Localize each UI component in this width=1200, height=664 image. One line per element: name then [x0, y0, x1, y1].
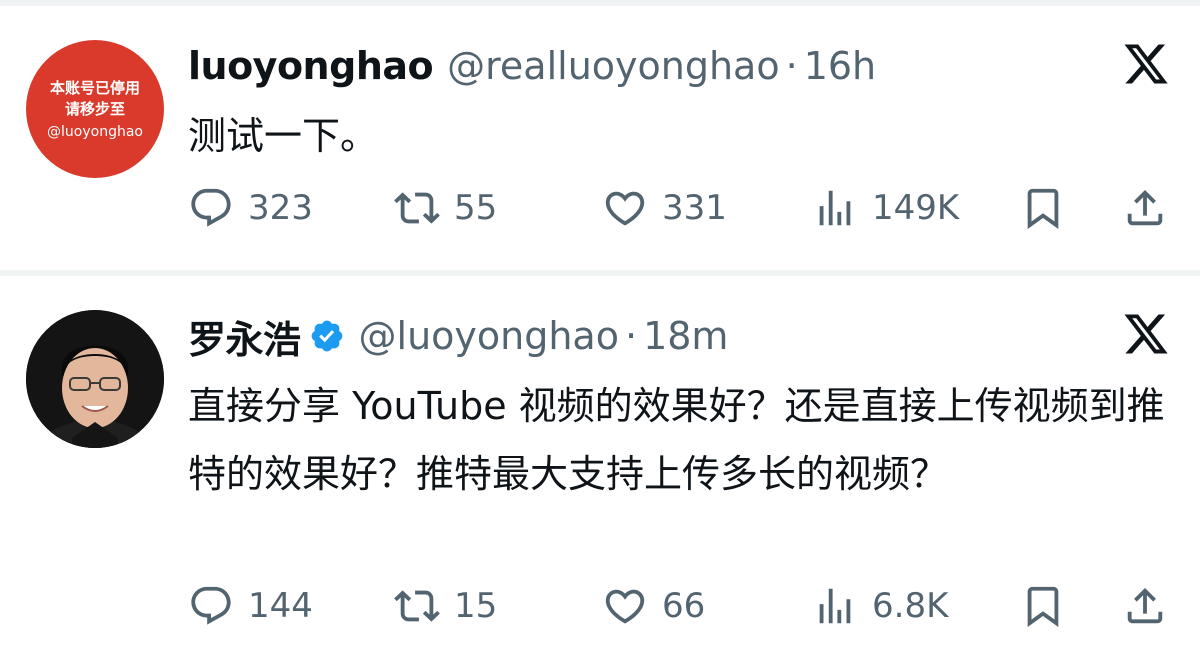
repost-button[interactable]: 15 [394, 576, 497, 636]
bookmark-button[interactable] [1020, 178, 1066, 238]
views-icon [819, 190, 851, 226]
reply-icon [191, 586, 231, 625]
reply-button[interactable]: 144 [188, 576, 313, 636]
user-handle[interactable]: @luoyonghao [359, 314, 619, 358]
separator-dot: · [785, 44, 798, 88]
bookmark-button[interactable] [1020, 576, 1066, 636]
tweet-text: 直接分享 YouTube 视频的效果好？还是直接上传视频到推特的效果好？推特最大… [188, 384, 1165, 496]
like-count: 331 [662, 188, 727, 228]
tweet-2[interactable]: 罗永浩 @luoyonghao · 18m 直接分享 YouTube 视频的效果… [0, 276, 1200, 664]
repost-count: 55 [454, 188, 498, 228]
avatar[interactable]: 本账号已停用 请移步至 @luoyonghao [26, 40, 164, 178]
share-button[interactable] [1122, 576, 1168, 636]
reply-count: 144 [248, 586, 313, 626]
separator-dot: · [624, 314, 638, 358]
tweet-text: 测试一下。 [188, 114, 379, 158]
tweet-header: luoyonghao @realluoyonghao · 16h [188, 38, 876, 94]
reply-button[interactable]: 323 [188, 178, 313, 238]
reply-count: 323 [248, 188, 313, 228]
like-button[interactable]: 66 [602, 576, 705, 636]
share-icon [1127, 587, 1163, 624]
like-button[interactable]: 331 [602, 178, 727, 238]
action-bar: 323 55 331 149K [188, 178, 1178, 238]
views-button[interactable]: 6.8K [812, 576, 948, 636]
avatar-text-line-2: 请移步至 [64, 100, 125, 118]
tweet-header: 罗永浩 @luoyonghao · 18m [188, 308, 728, 364]
views-icon [819, 588, 851, 624]
timestamp[interactable]: 18m [643, 314, 728, 358]
bookmark-icon [1027, 586, 1059, 627]
avatar-portrait [26, 310, 164, 448]
views-button[interactable]: 149K [812, 178, 959, 238]
repost-count: 15 [454, 586, 498, 626]
repost-icon [394, 192, 440, 224]
heart-icon [605, 191, 645, 226]
tweet-1[interactable]: 本账号已停用 请移步至 @luoyonghao luoyonghao @real… [0, 6, 1200, 270]
bookmark-icon [1027, 188, 1059, 229]
verified-badge-icon [309, 318, 345, 354]
views-count: 6.8K [872, 586, 949, 626]
display-name[interactable]: luoyonghao [188, 44, 434, 88]
heart-icon [605, 589, 645, 624]
like-count: 66 [662, 586, 706, 626]
repost-icon [394, 590, 440, 622]
reply-icon [191, 188, 231, 227]
x-logo-icon[interactable] [1122, 40, 1170, 88]
share-button[interactable] [1122, 178, 1168, 238]
avatar-text-line-1: 本账号已停用 [49, 79, 140, 97]
user-handle[interactable]: @realluoyonghao [447, 44, 779, 88]
display-name[interactable]: 罗永浩 [188, 309, 301, 364]
x-logo-icon[interactable] [1122, 310, 1170, 358]
share-icon [1127, 189, 1163, 226]
action-bar: 144 15 66 6.8K [188, 576, 1178, 636]
avatar-text-line-3: @luoyonghao [47, 124, 143, 140]
avatar[interactable] [26, 310, 164, 448]
views-count: 149K [872, 188, 960, 228]
repost-button[interactable]: 55 [394, 178, 497, 238]
timestamp[interactable]: 16h [804, 44, 876, 88]
